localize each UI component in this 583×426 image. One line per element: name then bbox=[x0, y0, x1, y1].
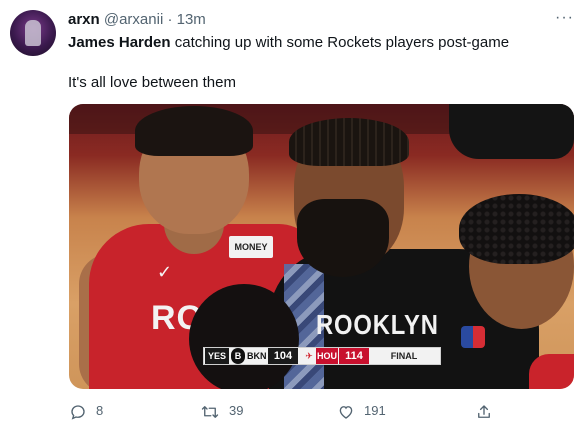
player-bottom-head bbox=[189, 284, 299, 389]
tweet-text-line1: James Harden catching up with some Rocke… bbox=[68, 34, 509, 52]
team2-abbr: HOU bbox=[316, 348, 338, 364]
player-right-jersey bbox=[529, 354, 574, 389]
user-handle[interactable]: @arxanii bbox=[104, 11, 163, 28]
retweet-button[interactable]: 39 bbox=[200, 400, 243, 422]
avatar[interactable] bbox=[10, 10, 56, 56]
retweet-icon bbox=[201, 405, 219, 418]
avatar-figure bbox=[25, 20, 41, 46]
like-count: 191 bbox=[364, 403, 386, 418]
game-status: FINAL bbox=[390, 351, 418, 361]
tweet-header: arxn @arxanii · 13m bbox=[68, 11, 206, 29]
separator-dot: · bbox=[167, 11, 173, 28]
nets-logo-icon: B bbox=[231, 348, 245, 364]
tweet[interactable]: arxn @arxanii · 13m ··· James Harden cat… bbox=[0, 0, 583, 426]
timestamp[interactable]: 13m bbox=[177, 11, 206, 28]
tweet-text-bold: James Harden bbox=[68, 34, 171, 51]
reply-icon bbox=[71, 404, 85, 420]
swoosh-icon: ✓ bbox=[157, 262, 173, 282]
tweet-media-image[interactable]: ROC MONEY ✓ ROOKLYN YES B BKN 104 ✈ HOU … bbox=[69, 104, 574, 389]
jersey-patch: MONEY bbox=[229, 236, 273, 258]
scoreboard: YES B BKN 104 ✈ HOU 114 FINAL bbox=[203, 347, 441, 365]
team1-score: 104 bbox=[268, 348, 298, 364]
rockets-logo-icon: ✈ bbox=[305, 351, 313, 361]
tweet-text-line2: It's all love between them bbox=[68, 74, 236, 91]
retweet-count: 39 bbox=[229, 403, 244, 418]
background-shoes bbox=[449, 104, 574, 159]
player-center-hair bbox=[289, 118, 409, 166]
player-center-beard bbox=[297, 199, 389, 277]
reply-count: 8 bbox=[96, 403, 104, 418]
tweet-text-rest: catching up with some Rockets players po… bbox=[170, 34, 510, 51]
team2-score: 114 bbox=[339, 348, 369, 364]
more-icon[interactable]: ··· bbox=[555, 9, 574, 27]
like-button[interactable]: 191 bbox=[337, 400, 386, 422]
like-icon bbox=[339, 405, 353, 419]
share-icon bbox=[478, 404, 490, 418]
share-button[interactable] bbox=[475, 400, 493, 422]
player-right-hair bbox=[459, 194, 574, 264]
nba-logo-icon bbox=[461, 326, 485, 348]
jersey-right-text: ROOKLYN bbox=[316, 309, 439, 340]
display-name[interactable]: arxn bbox=[68, 11, 100, 28]
team1-abbr: BKN bbox=[247, 351, 267, 361]
network-logo: YES bbox=[205, 348, 229, 364]
player-left-hair bbox=[135, 106, 253, 156]
reply-button[interactable]: 8 bbox=[69, 400, 103, 422]
